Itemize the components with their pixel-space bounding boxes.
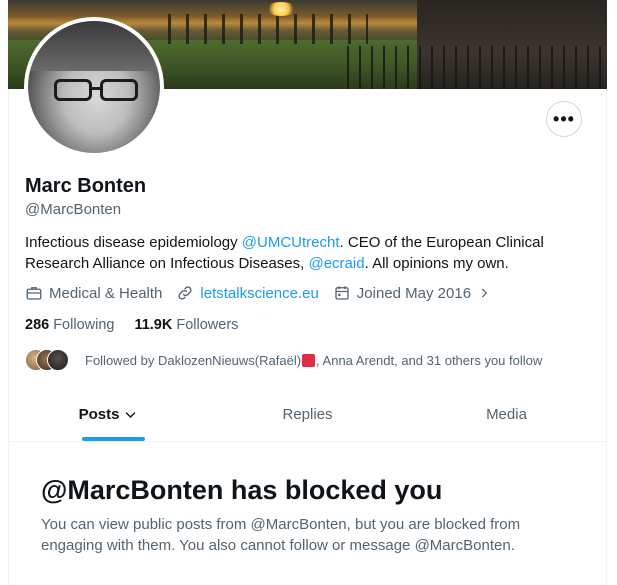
tab-label: Replies (282, 406, 333, 423)
blocked-title: @MarcBonten has blocked you (41, 475, 443, 505)
following-label: Following (53, 317, 115, 333)
profile-bio: Infectious disease epidemiology @UMCUtre… (25, 232, 585, 274)
following-count: 286 (25, 317, 50, 333)
followed-by-link[interactable]: Followed by DaklozenNieuws(Rafaël) , Anna… (25, 349, 542, 371)
website-link[interactable]: letstalkscience.eu (200, 285, 318, 302)
avatar-photo (28, 21, 160, 153)
bio-mention-ecraid[interactable]: @ecraid (308, 255, 364, 272)
bio-mention-umcutrecht[interactable]: @UMCUtrecht (242, 234, 340, 251)
profile-meta: Medical & Health letstalkscience.eu Join… (25, 284, 511, 302)
red-square-emoji-icon (302, 353, 316, 367)
tab-replies[interactable]: Replies (208, 388, 407, 441)
tab-label: Media (486, 406, 527, 423)
tab-media[interactable]: Media (407, 388, 606, 441)
chevron-right-icon (481, 288, 488, 298)
followers-count: 11.9K (134, 317, 173, 333)
profile-website[interactable]: letstalkscience.eu (176, 284, 319, 302)
profile-stats: 286 Following 11.9K Followers (25, 317, 258, 333)
tab-label: Posts (78, 406, 120, 423)
category-label: Medical & Health (49, 284, 163, 302)
briefcase-icon (26, 287, 42, 300)
profile-handle: @MarcBonten (25, 201, 122, 218)
link-icon (178, 286, 192, 300)
profile-joined[interactable]: Joined May 2016 (333, 284, 497, 302)
tab-posts[interactable]: Posts (9, 388, 208, 441)
profile-name: Marc Bonten (25, 175, 147, 197)
banner-trees (168, 14, 368, 44)
more-options-button[interactable]: ••• (546, 101, 582, 137)
active-tab-indicator (82, 437, 145, 441)
profile-tabs: Posts Replies Media (9, 388, 606, 442)
more-icon: ••• (553, 108, 575, 129)
followed-by-text: Followed by DaklozenNieuws(Rafaël) (85, 352, 302, 368)
avatar (47, 349, 69, 371)
follower-avatars (25, 349, 77, 371)
profile-category: Medical & Health (25, 284, 162, 302)
banner-sun (266, 2, 296, 16)
bio-text: Infectious disease epidemiology (25, 234, 242, 251)
following-link[interactable]: 286 Following (25, 317, 114, 333)
followed-by-text-rest: , Anna Arendt, and 31 others you follow (316, 352, 543, 368)
blocked-message: You can view public posts from @MarcBont… (41, 516, 521, 554)
joined-label: Joined May 2016 (356, 284, 472, 302)
followers-link[interactable]: 11.9K Followers (134, 317, 238, 333)
banner-fence (347, 46, 607, 89)
bio-text: . All opinions my own. (364, 255, 509, 272)
chevron-down-icon (126, 412, 136, 418)
calendar-icon (335, 286, 349, 300)
profile-avatar[interactable] (24, 17, 164, 157)
followers-label: Followers (176, 317, 239, 333)
